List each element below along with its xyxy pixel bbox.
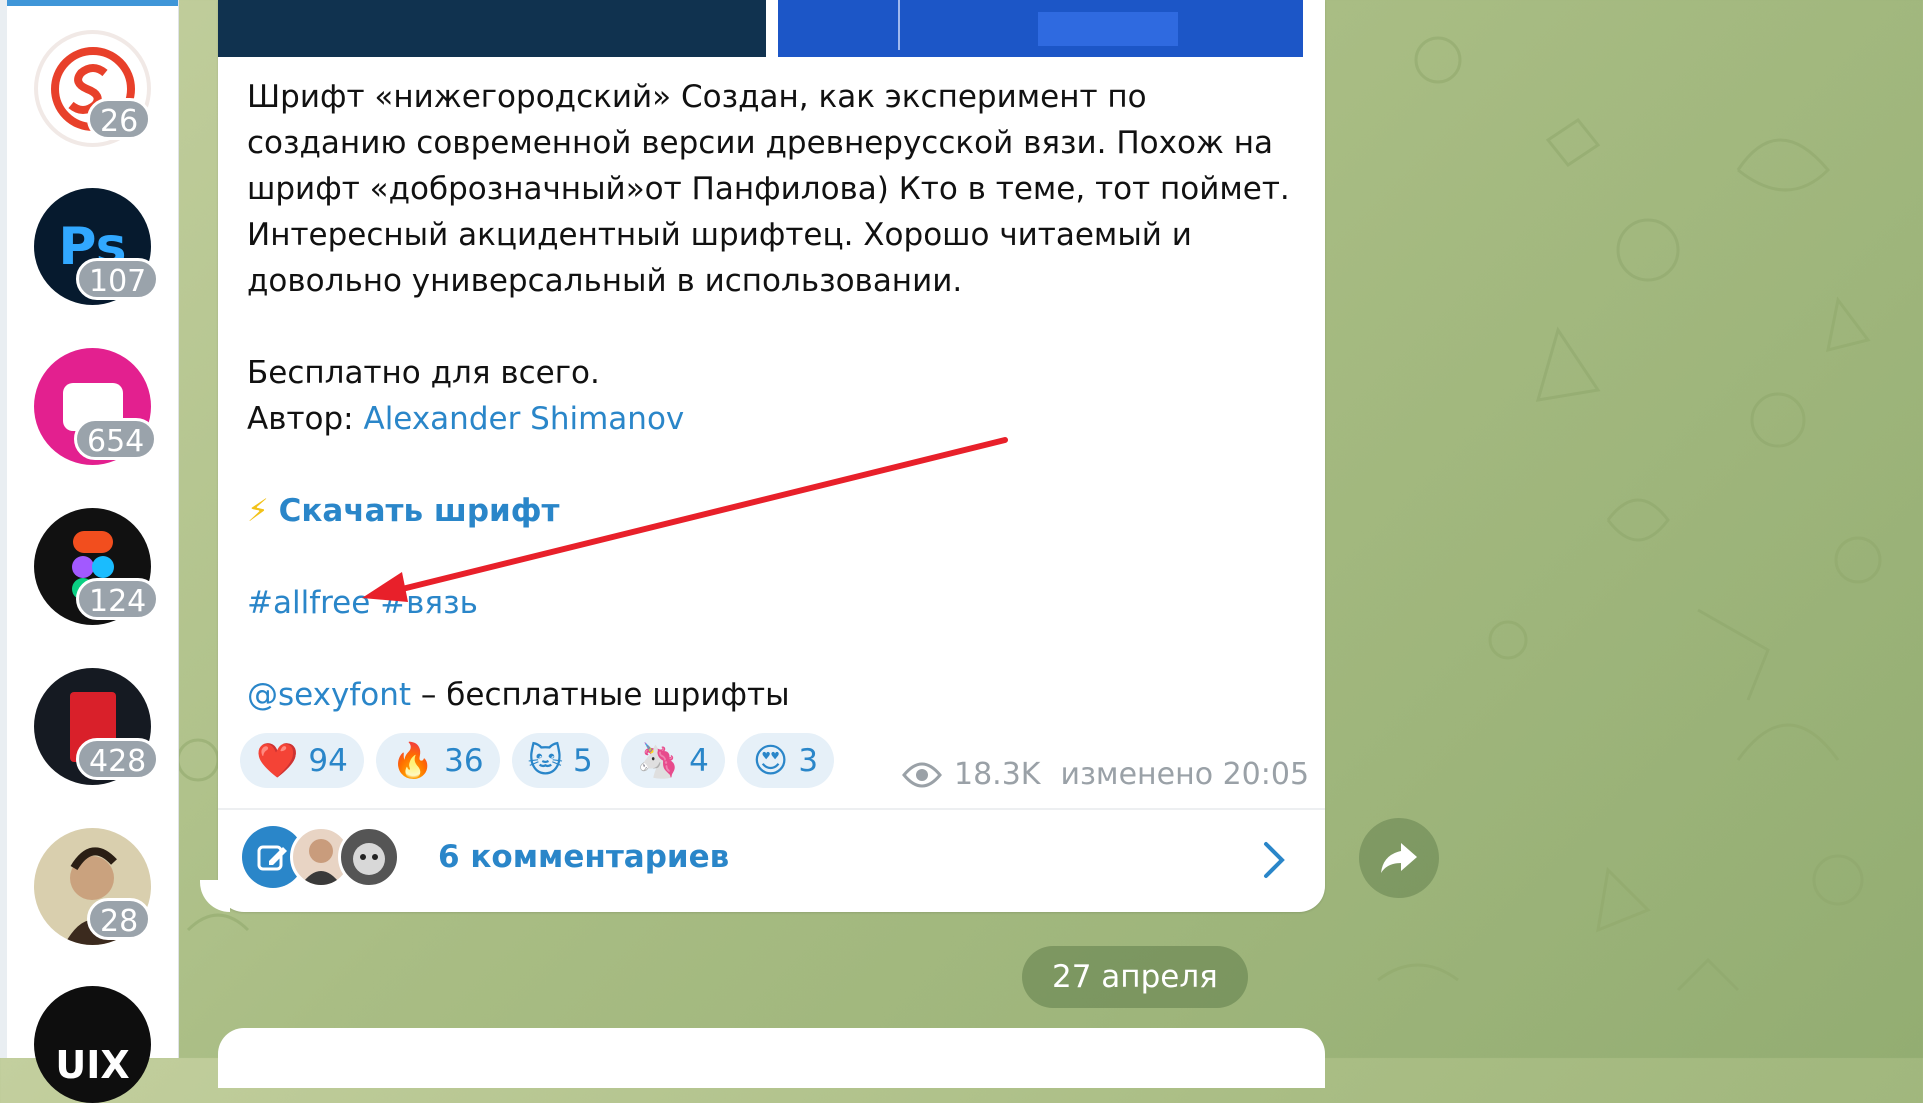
author-line: Автор: Alexander Shimanov (247, 396, 1297, 442)
unread-badge: 28 (87, 898, 152, 940)
active-folder-indicator (7, 0, 178, 6)
unicorn-icon: 🦄 (636, 740, 680, 781)
reaction-heart-eyes[interactable]: 😍 3 (736, 733, 835, 788)
forward-button[interactable] (1359, 818, 1439, 898)
cat-icon: 🐱 (527, 740, 564, 781)
unread-badge: 124 (76, 578, 160, 620)
heart-eyes-icon: 😍 (752, 740, 789, 781)
reaction-fire[interactable]: 🔥 36 (375, 733, 500, 788)
hashtag-allfree[interactable]: #allfree (247, 585, 370, 621)
post-photo-left[interactable] (218, 0, 766, 57)
eye-icon (902, 762, 942, 787)
comments-divider (218, 808, 1325, 810)
view-count: 18.3K (954, 757, 1041, 792)
reaction-count: 94 (308, 742, 348, 779)
reaction-unicorn[interactable]: 🦄 4 (620, 733, 725, 788)
chat-list-sidebar: 26 Ps 107 654 124 428 28 UIX (0, 0, 179, 1103)
reaction-count: 3 (798, 742, 819, 779)
date-separator: 27 апреля (1022, 946, 1248, 1008)
uix-logo-icon: UIX (55, 1042, 130, 1087)
reactions-bar: ❤️ 94 🔥 36 🐱 5 🦄 4 😍 3 (240, 733, 835, 788)
message-meta: 18.3K изменено 20:05 (902, 757, 1309, 792)
author-label: Автор: (247, 401, 364, 437)
download-line: ⚡ Скачать шрифт (247, 488, 1297, 534)
channel-mention-link[interactable]: @sexyfont (247, 677, 411, 713)
share-arrow-icon (1381, 843, 1417, 873)
reaction-count: 4 (689, 742, 709, 779)
sidebar-edge (0, 0, 7, 1058)
unread-badge: 107 (76, 258, 160, 300)
author-link[interactable]: Alexander Shimanov (363, 401, 684, 437)
message-text: Шрифт «нижегородский» Создан, как экспер… (247, 74, 1297, 718)
edited-time: изменено 20:05 (1060, 757, 1310, 792)
reaction-count: 36 (444, 742, 484, 779)
lightning-icon: ⚡ (247, 493, 269, 529)
post-photo-right[interactable] (778, 0, 1303, 57)
hashtag-vyaz[interactable]: #вязь (380, 585, 478, 621)
reaction-heart[interactable]: ❤️ 94 (240, 733, 364, 788)
channel-signature-text: – бесплатные шрифты (411, 677, 790, 713)
comments-button[interactable]: 6 комментариев (242, 826, 729, 888)
message-paragraph: Шрифт «нижегородский» Создан, как экспер… (247, 79, 1290, 299)
download-font-link[interactable]: Скачать шрифт (279, 493, 560, 529)
unread-badge: 26 (87, 98, 152, 140)
chevron-right-icon[interactable] (1262, 840, 1286, 880)
comments-count-label: 6 комментариев (438, 839, 730, 875)
fire-icon: 🔥 (391, 740, 435, 781)
photo-decoration (898, 0, 940, 50)
channel-signature: @sexyfont – бесплатные шрифты (247, 672, 1297, 718)
free-use-line: Бесплатно для всего. (247, 355, 600, 391)
unread-badge: 654 (74, 418, 158, 460)
hashtags-line: #allfree #вязь (247, 580, 1297, 626)
next-post-bubble (218, 1028, 1325, 1088)
photo-decoration (1038, 12, 1178, 46)
heart-icon: ❤️ (256, 740, 299, 781)
chat-avatar-uix[interactable]: UIX (34, 986, 151, 1103)
commenter-avatar (338, 826, 400, 888)
unread-badge: 428 (76, 738, 160, 780)
reaction-cat[interactable]: 🐱 5 (511, 733, 609, 788)
reaction-count: 5 (573, 742, 593, 779)
